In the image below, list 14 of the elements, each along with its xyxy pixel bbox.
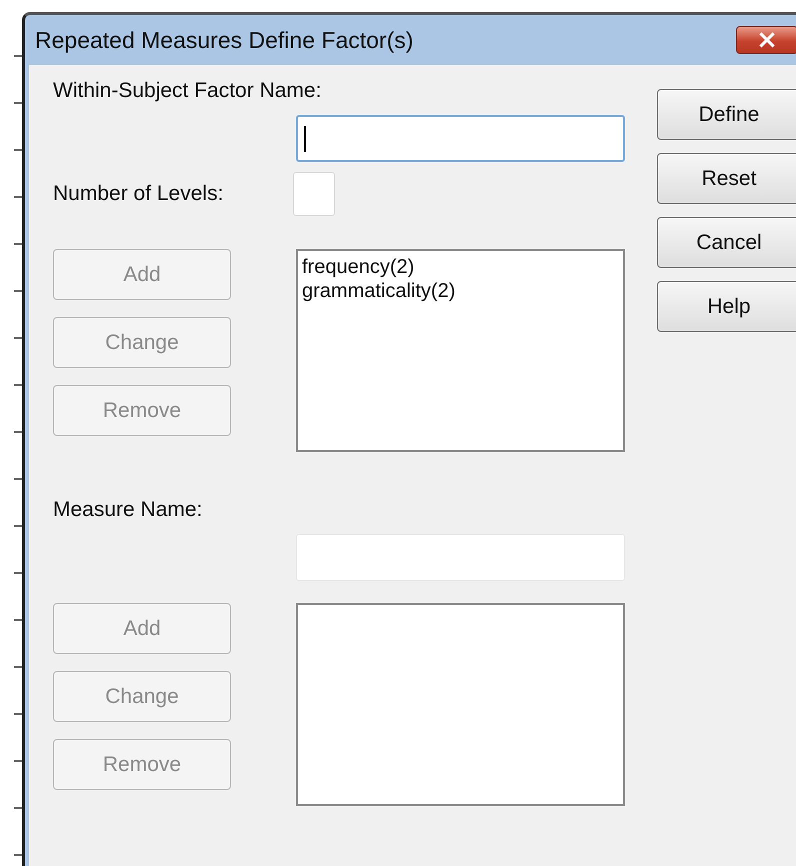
measure-name-label: Measure Name: (53, 498, 204, 522)
list-item[interactable]: frequency(2) (302, 255, 414, 279)
dialog-button[interactable]: Reset (657, 153, 796, 204)
close-button[interactable]: × (736, 26, 796, 54)
dialog-button[interactable]: Help (657, 281, 796, 332)
dialog-button[interactable]: Define (657, 89, 796, 140)
levels-field[interactable] (293, 172, 336, 216)
window-title: Repeated Measures Define Factor(s) (35, 26, 414, 54)
list-item[interactable]: grammaticality(2) (302, 279, 456, 303)
levels-label: Number of Levels: (53, 182, 224, 206)
dialog-button[interactable]: Cancel (657, 217, 796, 268)
factor-name-field[interactable] (296, 115, 625, 162)
factor-name-label: Within-Subject Factor Name: (53, 79, 322, 103)
measure-name-field[interactable] (296, 534, 625, 581)
